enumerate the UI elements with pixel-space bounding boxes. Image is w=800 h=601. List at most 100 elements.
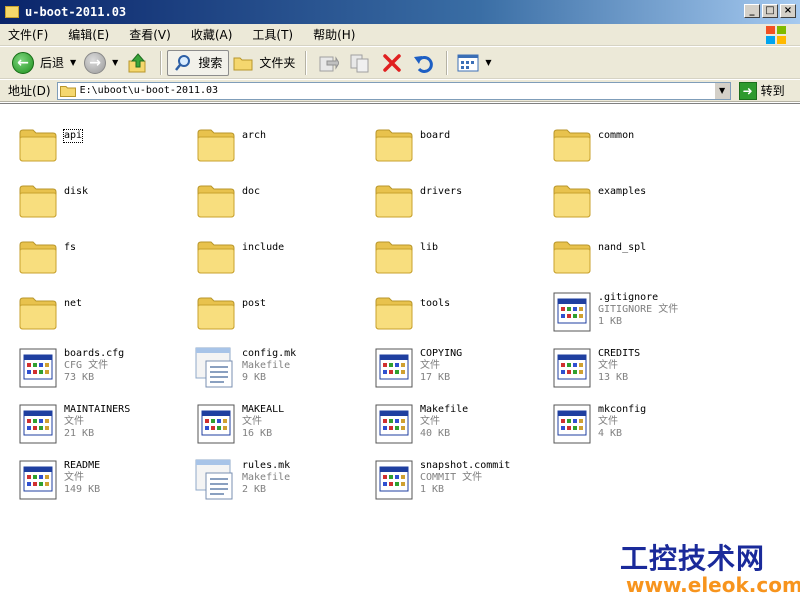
up-folder-button[interactable] — [126, 51, 150, 75]
menu-view[interactable]: 查看(V) — [129, 26, 171, 43]
watermark-url: www.eleok.com — [626, 573, 800, 597]
forward-button[interactable]: → ▼ — [80, 49, 122, 77]
folder-item[interactable]: common — [540, 116, 715, 166]
item-name: api — [62, 129, 84, 143]
file-item[interactable]: config.mk Makefile 9 KB — [184, 340, 359, 390]
item-size: 21 KB — [64, 428, 95, 439]
file-item[interactable]: mkconfig 文件 4 KB — [540, 396, 715, 446]
address-dropdown-button[interactable]: ▼ — [713, 82, 730, 99]
folder-item[interactable]: disk — [6, 172, 181, 222]
item-name: fs — [64, 242, 77, 253]
up-folder-icon — [128, 52, 146, 72]
folder-icon — [233, 57, 253, 70]
item-size: 149 KB — [64, 484, 101, 495]
item-name: README — [64, 460, 101, 471]
delete-button[interactable] — [380, 51, 404, 75]
copy-to-icon — [350, 54, 369, 72]
go-button[interactable]: ➜ 转到 — [738, 81, 785, 100]
item-name: drivers — [420, 186, 463, 197]
folder-item[interactable]: include — [184, 228, 359, 278]
menu-tools[interactable]: 工具(T) — [252, 26, 293, 43]
menu-favorites[interactable]: 收藏(A) — [191, 26, 233, 43]
menu-help[interactable]: 帮助(H) — [313, 26, 355, 43]
folder-item[interactable]: tools — [362, 284, 537, 334]
file-item[interactable]: Makefile 文件 40 KB — [362, 396, 537, 446]
folder-icon — [16, 289, 60, 333]
item-type: GITIGNORE 文件 — [598, 304, 679, 315]
folder-icon — [372, 121, 416, 165]
address-value: E:\uboot\u-boot-2011.03 — [79, 85, 219, 96]
maximize-button[interactable]: □ — [762, 4, 778, 18]
file-item[interactable]: README 文件 149 KB — [6, 452, 181, 502]
item-name: rules.mk — [242, 460, 291, 471]
file-icon — [372, 401, 416, 445]
file-item[interactable]: MAINTAINERS 文件 21 KB — [6, 396, 181, 446]
folder-item[interactable]: fs — [6, 228, 181, 278]
folders-button[interactable]: 文件夹 — [229, 49, 299, 77]
file-icon — [372, 457, 416, 501]
item-name: COPYING — [420, 348, 463, 359]
file-item[interactable]: MAKEALL 文件 16 KB — [184, 396, 359, 446]
item-size: 2 KB — [242, 484, 267, 495]
menu-edit[interactable]: 编辑(E) — [68, 26, 109, 43]
folder-item[interactable]: post — [184, 284, 359, 334]
folder-item[interactable]: examples — [540, 172, 715, 222]
folder-icon — [5, 6, 19, 18]
chevron-down-icon[interactable]: ▼ — [112, 58, 118, 67]
file-item[interactable]: boards.cfg CFG 文件 73 KB — [6, 340, 181, 390]
close-button[interactable]: × — [780, 4, 796, 18]
address-label: 地址(D) — [8, 84, 51, 98]
item-type: 文件 — [420, 416, 440, 427]
file-item[interactable]: CREDITS 文件 13 KB — [540, 340, 715, 390]
file-icon — [16, 345, 60, 389]
makefile-icon — [194, 345, 238, 389]
item-name: .gitignore — [598, 292, 659, 303]
file-item[interactable]: rules.mk Makefile 2 KB — [184, 452, 359, 502]
item-size: 1 KB — [598, 316, 623, 327]
item-name: common — [598, 130, 635, 141]
address-input[interactable]: E:\uboot\u-boot-2011.03 ▼ — [56, 81, 731, 100]
copy-to-button[interactable] — [348, 51, 372, 75]
item-size: 17 KB — [420, 372, 451, 383]
item-size: 16 KB — [242, 428, 273, 439]
views-button[interactable]: ▼ — [453, 49, 495, 77]
folder-item[interactable]: board — [362, 116, 537, 166]
item-size: 4 KB — [598, 428, 623, 439]
folder-item[interactable]: nand_spl — [540, 228, 715, 278]
chevron-down-icon[interactable]: ▼ — [70, 58, 76, 67]
item-name: nand_spl — [598, 242, 647, 253]
item-name: lib — [420, 242, 439, 253]
folder-item[interactable]: lib — [362, 228, 537, 278]
folder-item[interactable]: net — [6, 284, 181, 334]
folder-item[interactable]: arch — [184, 116, 359, 166]
minimize-button[interactable]: _ — [744, 4, 760, 18]
folder-icon — [16, 121, 60, 165]
file-item[interactable]: snapshot.commit COMMIT 文件 1 KB — [362, 452, 537, 502]
undo-icon — [414, 55, 434, 73]
windows-logo-icon — [758, 25, 794, 45]
item-size: 13 KB — [598, 372, 629, 383]
move-to-icon — [319, 55, 340, 71]
file-list-view[interactable]: api arch board common disk doc drivers examples… — [0, 103, 800, 601]
folder-icon — [550, 121, 594, 165]
folder-icon — [372, 289, 416, 333]
item-size: 40 KB — [420, 428, 451, 439]
folder-item[interactable]: doc — [184, 172, 359, 222]
search-button[interactable]: 搜索 — [167, 49, 230, 76]
menu-file[interactable]: 文件(F) — [8, 26, 48, 43]
folder-icon — [550, 233, 594, 277]
folder-icon — [550, 177, 594, 221]
chevron-down-icon[interactable]: ▼ — [485, 58, 491, 67]
move-to-button[interactable] — [316, 51, 340, 75]
file-icon — [550, 345, 594, 389]
address-bar: 地址(D) E:\uboot\u-boot-2011.03 ▼ ➜ 转到 — [0, 80, 800, 102]
item-type: 文件 — [64, 416, 84, 427]
go-label: 转到 — [760, 84, 785, 98]
folder-item[interactable]: drivers — [362, 172, 537, 222]
undo-button[interactable] — [412, 51, 436, 75]
file-icon — [550, 401, 594, 445]
file-item[interactable]: COPYING 文件 17 KB — [362, 340, 537, 390]
back-button[interactable]: ← 后退 ▼ — [8, 49, 80, 77]
file-item[interactable]: .gitignore GITIGNORE 文件 1 KB — [540, 284, 715, 334]
folder-item[interactable]: api — [6, 116, 181, 166]
